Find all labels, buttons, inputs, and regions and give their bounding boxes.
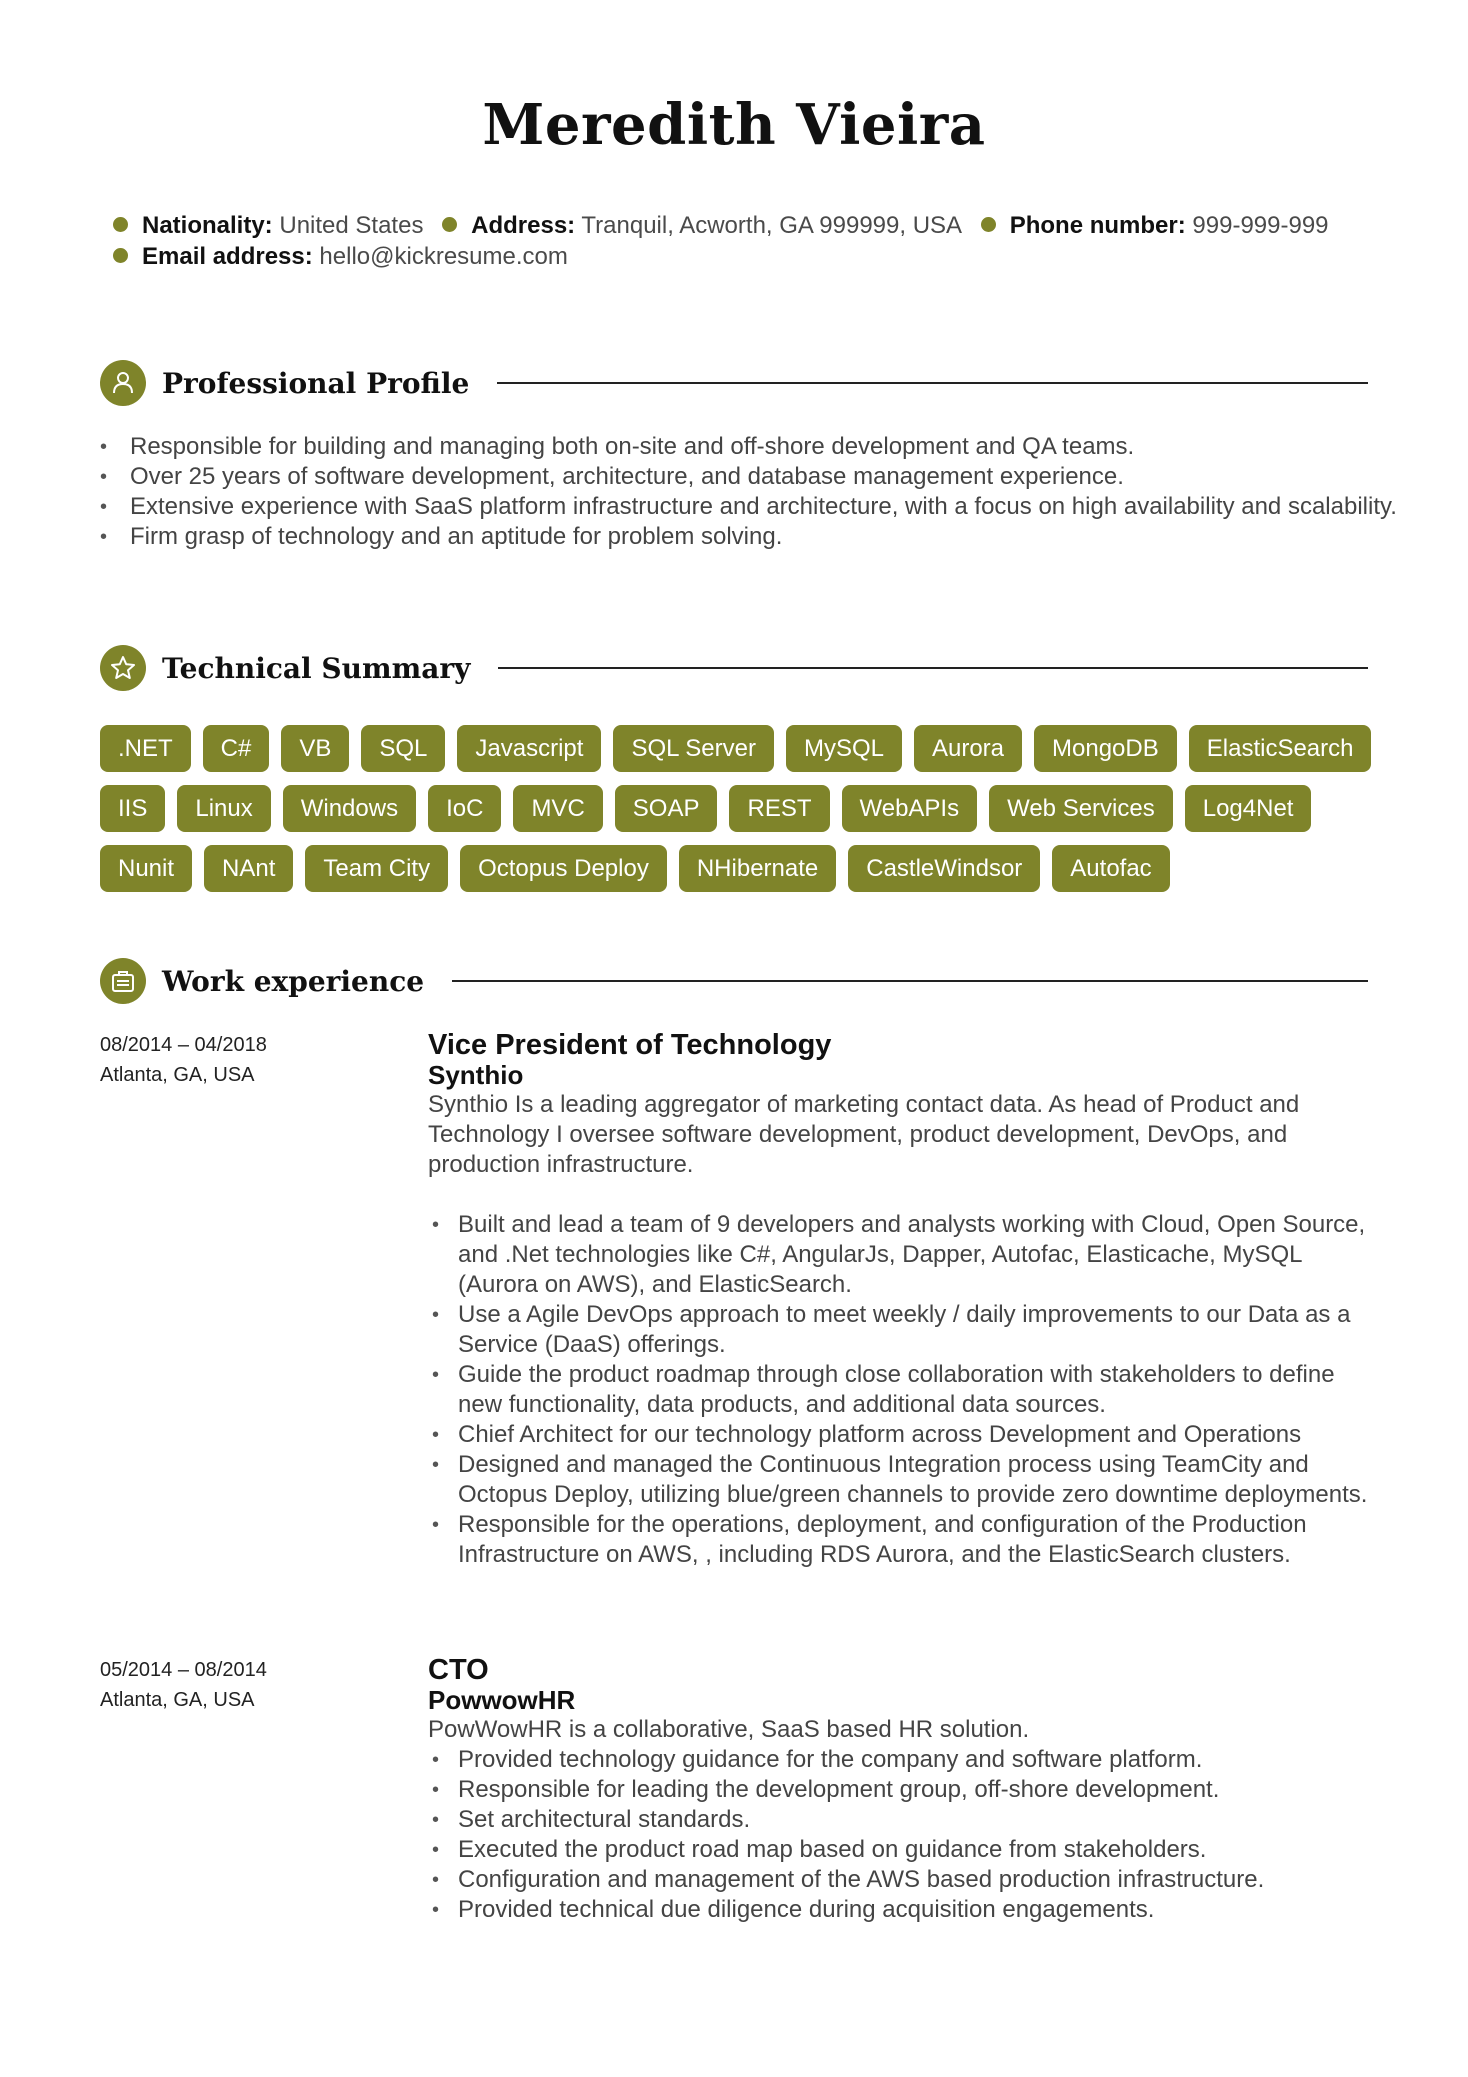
skill-tag: C#: [202, 725, 270, 772]
skill-tag: CastleWindsor: [848, 845, 1041, 892]
list-item: Chief Architect for our technology platf…: [432, 1420, 1378, 1450]
skill-tag: Nunit: [100, 845, 193, 892]
person-icon: [100, 360, 146, 406]
list-item: Use a Agile DevOps approach to meet week…: [432, 1300, 1378, 1360]
job-title: CTO: [428, 1654, 489, 1686]
job-company: PowwowHR: [428, 1685, 576, 1715]
skill-tag: REST: [729, 785, 830, 832]
bullet-dot-icon: [113, 217, 128, 232]
contact-info: Nationality: United States Address: Tran…: [113, 210, 1373, 272]
job-body: Vice President of Technology Synthio Syn…: [428, 1030, 1378, 1570]
list-item: Executed the product road map based on g…: [432, 1835, 1378, 1865]
contact-address: Address: Tranquil, Acworth, GA 999999, U…: [442, 210, 962, 241]
list-item: Responsible for building and managing bo…: [100, 432, 1420, 462]
skill-tag: .NET: [100, 725, 191, 772]
resume-page: Meredith Vieira Nationality: United Stat…: [0, 0, 1468, 2077]
bullet-dot-icon: [980, 217, 996, 232]
list-item: Provided technology guidance for the com…: [432, 1745, 1378, 1775]
skill-tag: WebAPIs: [841, 785, 978, 832]
job-bullets: Built and lead a team of 9 developers an…: [428, 1210, 1378, 1570]
list-item: Configuration and management of the AWS …: [432, 1865, 1378, 1895]
section-divider: [497, 382, 1368, 384]
section-divider: [498, 667, 1368, 669]
list-item: Over 25 years of software development, a…: [100, 462, 1420, 492]
list-item: Responsible for the operations, deployme…: [432, 1510, 1378, 1570]
skill-tag: NAnt: [204, 845, 294, 892]
skill-tag: Autofac: [1052, 845, 1170, 892]
skill-tag: Linux: [177, 785, 271, 832]
job-bullets: Provided technology guidance for the com…: [428, 1745, 1378, 1925]
job-description: PowWowHR is a collaborative, SaaS based …: [428, 1716, 1030, 1743]
job-body: CTO PowwowHR PowWowHR is a collaborative…: [428, 1655, 1378, 1925]
contact-email: Email address: hello@kickresume.com: [113, 241, 568, 272]
list-item: Designed and managed the Continuous Inte…: [432, 1450, 1378, 1510]
contact-phone: Phone number: 999-999-999: [980, 210, 1329, 241]
section-title: Professional Profile: [162, 366, 470, 400]
skill-tag: SQL Server: [613, 725, 774, 772]
list-item: Responsible for leading the development …: [432, 1775, 1378, 1805]
job-dates: 05/2014 – 08/2014: [100, 1659, 267, 1681]
job-title: Vice President of Technology: [428, 1029, 832, 1061]
skill-tag: IoC: [428, 785, 502, 832]
skill-tag: SOAP: [614, 785, 718, 832]
skill-tag: Octopus Deploy: [460, 845, 667, 892]
section-divider: [452, 980, 1368, 982]
section-header-profile: Professional Profile: [100, 360, 1368, 406]
skill-tag: Javascript: [457, 725, 602, 772]
contact-nationality: Nationality: United States: [113, 210, 423, 241]
briefcase-icon: [100, 958, 146, 1004]
skill-tag: MySQL: [785, 725, 902, 772]
list-item: Firm grasp of technology and an aptitude…: [100, 522, 1420, 552]
skill-tag: NHibernate: [678, 845, 837, 892]
section-header-work: Work experience: [100, 958, 1368, 1004]
candidate-name: Meredith Vieira: [482, 92, 986, 158]
skill-tag: Web Services: [989, 785, 1173, 832]
section-header-technical: Technical Summary: [100, 645, 1368, 691]
section-title: Technical Summary: [162, 651, 471, 685]
skill-tag: Team City: [305, 845, 449, 892]
job-location: Atlanta, GA, USA: [100, 1689, 255, 1711]
skill-tag: Windows: [282, 785, 417, 832]
skill-tag: SQL: [361, 725, 446, 772]
skill-tag: MVC: [513, 785, 603, 832]
list-item: Provided technical due diligence during …: [432, 1895, 1378, 1925]
job-dates: 08/2014 – 04/2018: [100, 1034, 267, 1056]
job-meta: 08/2014 – 04/2018 Atlanta, GA, USA: [100, 1030, 400, 1090]
job-company: Synthio: [428, 1060, 524, 1090]
skill-tag: Log4Net: [1184, 785, 1312, 832]
star-icon: [100, 645, 146, 691]
job-description: Synthio Is a leading aggregator of marke…: [428, 1091, 1300, 1178]
job-location: Atlanta, GA, USA: [100, 1064, 255, 1086]
bullet-dot-icon: [442, 217, 458, 232]
profile-list: Responsible for building and managing bo…: [100, 432, 1420, 552]
skill-tag: IIS: [100, 785, 166, 832]
list-item: Built and lead a team of 9 developers an…: [432, 1210, 1378, 1300]
section-title: Work experience: [162, 964, 425, 998]
job-meta: 05/2014 – 08/2014 Atlanta, GA, USA: [100, 1655, 400, 1715]
skill-tags: .NET C# VB SQL Javascript SQL Server MySQL Auro…: [100, 725, 1390, 892]
skill-tag: Aurora: [913, 725, 1023, 772]
skill-tag: MongoDB: [1034, 725, 1177, 772]
list-item: Set architectural standards.: [432, 1805, 1378, 1835]
bullet-dot-icon: [113, 248, 128, 263]
list-item: Extensive experience with SaaS platform …: [100, 492, 1420, 522]
skill-tag: VB: [281, 725, 350, 772]
list-item: Guide the product roadmap through close …: [432, 1360, 1378, 1420]
skill-tag: ElasticSearch: [1188, 725, 1372, 772]
